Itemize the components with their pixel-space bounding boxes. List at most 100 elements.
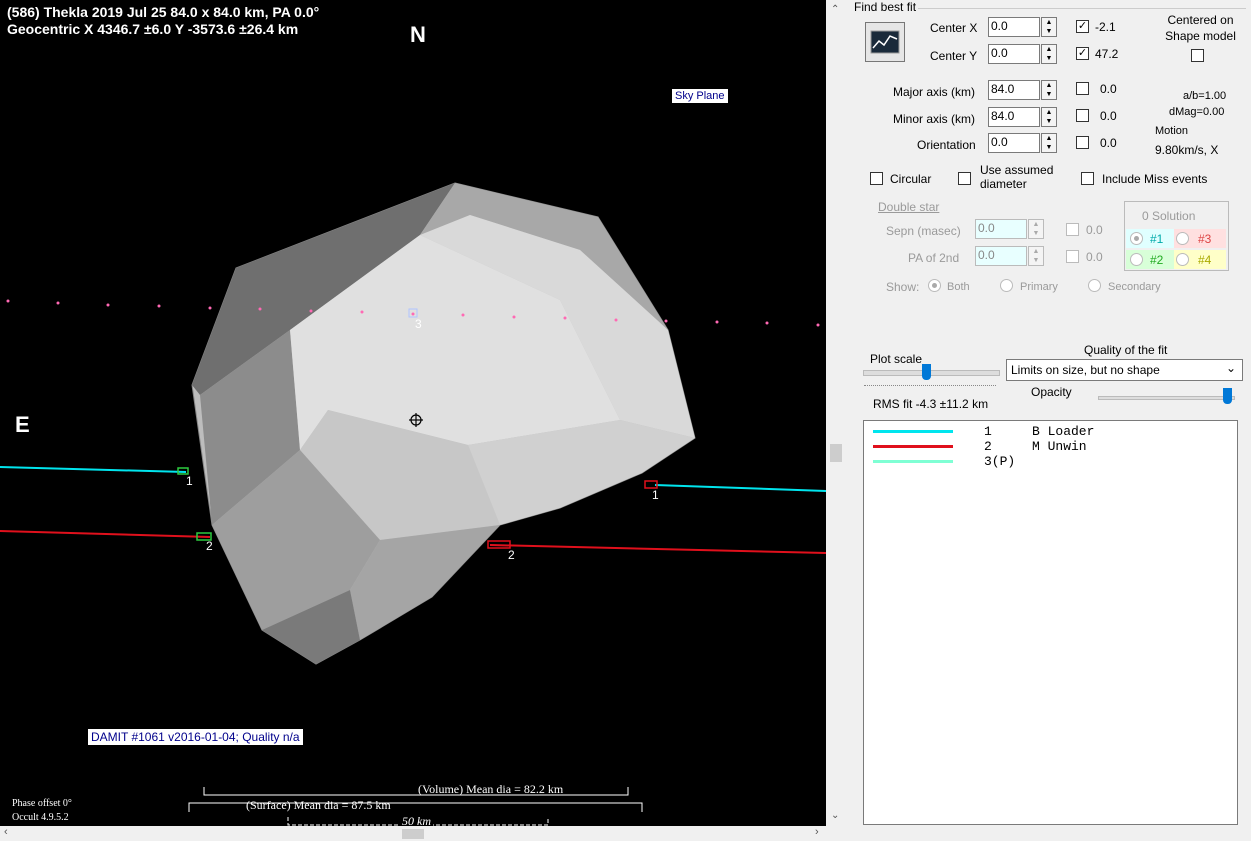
major-axis-input[interactable]: 84.0 xyxy=(988,80,1040,100)
major-axis-spinner[interactable]: ▲ ▼ xyxy=(1041,80,1057,100)
legend-line-2 xyxy=(873,445,953,448)
horizontal-scrollbar[interactable]: ‹ › xyxy=(0,826,848,841)
sepn-label: Sepn (masec) xyxy=(886,224,961,238)
legend-observer-1: B Loader xyxy=(1032,424,1095,439)
rms-fit: RMS fit -4.3 ±11.2 km xyxy=(873,397,989,411)
solution-2-label: #2 xyxy=(1150,253,1164,267)
chord-label: 2 xyxy=(206,539,213,553)
solution-4-radio[interactable] xyxy=(1176,253,1189,266)
minor-axis-label: Minor axis (km) xyxy=(893,112,976,126)
shape-model xyxy=(191,182,696,665)
center-x-input[interactable]: 0.0 xyxy=(988,17,1040,37)
double-star-label: Double star xyxy=(878,200,940,214)
show-label: Show: xyxy=(886,280,920,294)
circular-checkbox[interactable] xyxy=(870,172,883,185)
phase-offset: Phase offset 0° xyxy=(12,798,72,809)
chord-2-right xyxy=(489,544,826,554)
plot-area[interactable]: (586) Thekla 2019 Jul 25 84.0 x 84.0 km,… xyxy=(0,0,826,826)
version-label: Occult 4.9.5.2 xyxy=(12,812,69,823)
sky-plane-label: Sky Plane xyxy=(672,89,728,103)
center-x-label: Center X xyxy=(930,21,978,35)
find-best-fit-button[interactable] xyxy=(865,22,905,62)
major-axis-fit-value: 0.0 xyxy=(1100,82,1117,96)
motion-value: 9.80km/s, X xyxy=(1155,143,1219,157)
show-primary-label: Primary xyxy=(1020,281,1058,293)
observer-list[interactable]: 1 B Loader 2 M Unwin 3(P) xyxy=(863,420,1238,825)
opacity-track[interactable] xyxy=(1098,396,1235,400)
ab-ratio: a/b=1.00 xyxy=(1183,90,1227,102)
legend-observer-2: M Unwin xyxy=(1032,439,1087,454)
plot-scale-slider-thumb[interactable] xyxy=(922,364,931,380)
opacity-label: Opacity xyxy=(1031,385,1072,399)
center-y-label: Center Y xyxy=(930,49,978,63)
circular-label: Circular xyxy=(890,172,932,186)
center-y-fit-checkbox[interactable]: ✓ xyxy=(1076,47,1089,60)
center-x-fit-checkbox[interactable]: ✓ xyxy=(1076,20,1089,33)
chord-1-right xyxy=(654,484,826,492)
minor-axis-input[interactable]: 84.0 xyxy=(988,107,1040,127)
solution-1-label: #1 xyxy=(1150,232,1164,246)
sepn-input[interactable]: 0.0 xyxy=(975,219,1027,239)
scroll-down-icon[interactable]: ⌄ xyxy=(831,810,839,821)
quality-select[interactable]: Limits on size, but no shape ⌄ xyxy=(1006,359,1243,381)
plot-scale-track[interactable] xyxy=(863,370,1000,376)
use-assumed-diameter-label: Use assumed diameter xyxy=(980,163,1054,191)
scale-bar-label: 50 km xyxy=(400,814,433,826)
orientation-input[interactable]: 0.0 xyxy=(988,133,1040,153)
minor-axis-fit-value: 0.0 xyxy=(1100,109,1117,123)
centered-on-shape-checkbox[interactable] xyxy=(1191,49,1204,62)
sepn-fit-checkbox[interactable] xyxy=(1066,223,1079,236)
pa2-spinner[interactable]: ▲ ▼ xyxy=(1028,246,1044,266)
center-y-spinner[interactable]: ▲ ▼ xyxy=(1041,44,1057,64)
scroll-right-icon[interactable]: › xyxy=(815,826,819,838)
plot-scale-ticks xyxy=(864,385,996,389)
solution-4-label: #4 xyxy=(1198,253,1212,267)
solution-2-radio[interactable] xyxy=(1130,253,1143,266)
solution-1-radio[interactable] xyxy=(1130,232,1143,245)
orientation-spinner[interactable]: ▲ ▼ xyxy=(1041,133,1057,153)
pa2-input[interactable]: 0.0 xyxy=(975,246,1027,266)
pa2-label: PA of 2nd xyxy=(908,251,960,265)
major-axis-fit-checkbox[interactable] xyxy=(1076,82,1089,95)
opacity-slider-thumb[interactable] xyxy=(1223,388,1232,404)
center-y-input[interactable]: 0.0 xyxy=(988,44,1040,64)
surface-diameter: (Surface) Mean dia = 87.5 km xyxy=(246,798,391,812)
scroll-left-icon[interactable]: ‹ xyxy=(4,826,8,838)
volume-diameter: (Volume) Mean dia = 82.2 km xyxy=(418,782,564,796)
vertical-scrollbar[interactable]: ⌃ ⌄ xyxy=(826,0,848,826)
occultation-plot xyxy=(0,182,826,826)
minor-axis-fit-checkbox[interactable] xyxy=(1076,109,1089,122)
sepn-spinner[interactable]: ▲ ▼ xyxy=(1028,219,1044,239)
include-miss-label: Include Miss events xyxy=(1102,172,1208,186)
pa2-fit-checkbox[interactable] xyxy=(1066,250,1079,263)
quality-select-value: Limits on size, but no shape xyxy=(1011,363,1160,377)
center-x-spinner[interactable]: ▲ ▼ xyxy=(1041,17,1057,37)
chord-label: 3 xyxy=(415,317,422,331)
orientation-label: Orientation xyxy=(917,138,976,152)
scrollbar-thumb[interactable] xyxy=(402,829,424,839)
show-primary-radio[interactable] xyxy=(1000,279,1013,292)
legend-num-1: 1 xyxy=(984,424,992,439)
scroll-up-icon[interactable]: ⌃ xyxy=(831,4,839,15)
include-miss-checkbox[interactable] xyxy=(1081,172,1094,185)
orientation-fit-checkbox[interactable] xyxy=(1076,136,1089,149)
chevron-down-icon: ⌄ xyxy=(1225,361,1236,375)
show-secondary-radio[interactable] xyxy=(1088,279,1101,292)
scrollbar-thumb[interactable] xyxy=(830,444,842,462)
find-best-fit-label: Find best fit xyxy=(852,0,919,14)
show-both-radio[interactable] xyxy=(928,279,941,292)
minor-axis-spinner[interactable]: ▲ ▼ xyxy=(1041,107,1057,127)
chord-label: 1 xyxy=(186,474,193,488)
chart-fit-icon xyxy=(870,30,900,54)
solution-3-radio[interactable] xyxy=(1176,232,1189,245)
solution-title: 0 Solution xyxy=(1142,209,1196,223)
plot-scale-label: Plot scale xyxy=(870,352,923,366)
motion-label: Motion xyxy=(1155,125,1189,137)
plot-header-line1: (586) Thekla 2019 Jul 25 84.0 x 84.0 km,… xyxy=(7,4,320,20)
chord-label: 1 xyxy=(652,488,659,502)
dmag-value: dMag=0.00 xyxy=(1169,106,1225,118)
show-both-label: Both xyxy=(947,281,970,293)
use-assumed-diameter-checkbox[interactable] xyxy=(958,172,971,185)
centered-on-shape-label: Centered on Shape model xyxy=(1165,13,1236,43)
solution-3-label: #3 xyxy=(1198,232,1212,246)
